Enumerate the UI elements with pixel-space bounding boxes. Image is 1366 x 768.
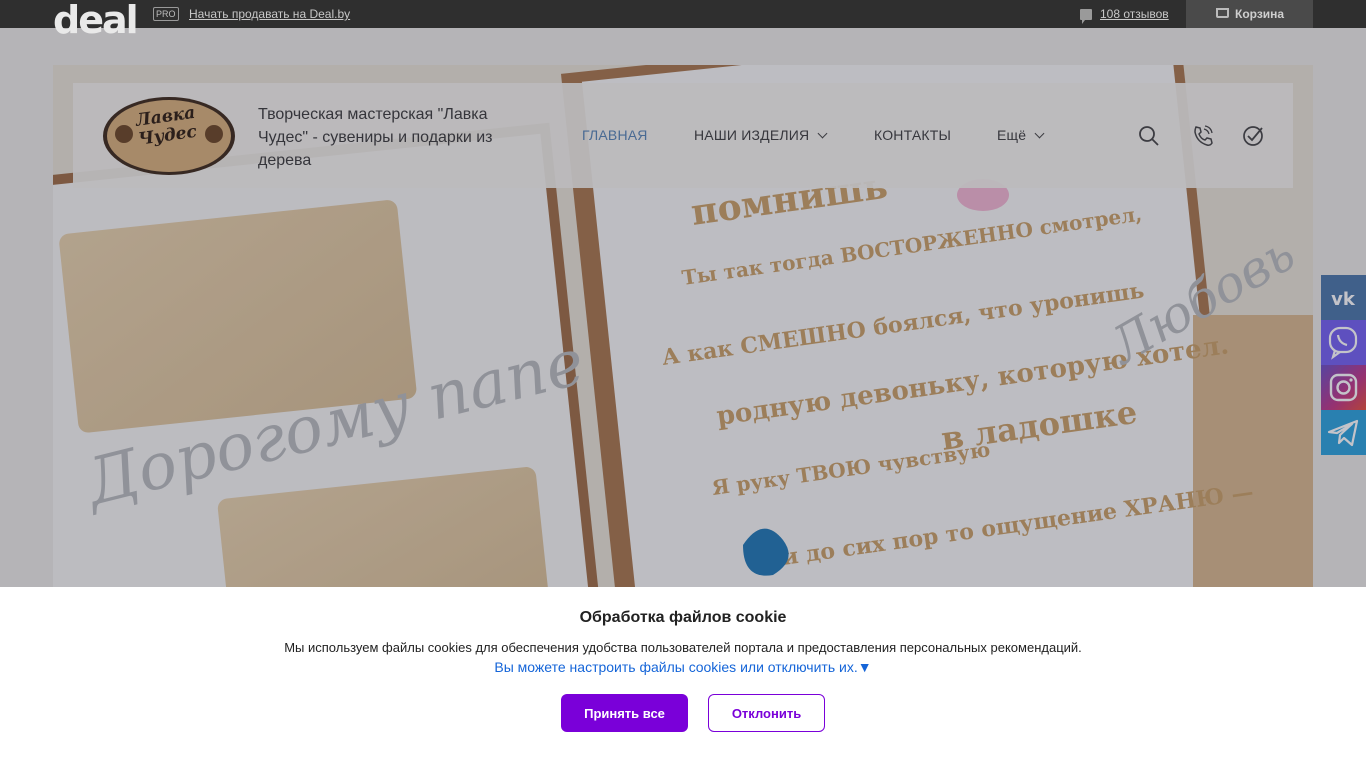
modal-backdrop [0,28,1366,587]
reviews-link[interactable]: 108 отзывов [1100,7,1169,21]
cart-icon [1216,8,1229,18]
reviews-block: 108 отзывов [1080,7,1169,24]
cart-label: Корзина [1235,7,1285,21]
pro-badge: PRO [153,7,179,21]
cookie-text: Мы используем файлы cookies для обеспече… [284,640,1082,655]
decline-button[interactable]: Отклонить [708,694,825,732]
accept-all-button[interactable]: Принять все [561,694,688,732]
cart-button[interactable]: Корзина [1186,0,1313,28]
cookie-title: Обработка файлов cookie [579,609,787,626]
cookie-settings-link[interactable]: Вы можете настроить файлы cookies или от… [0,659,1366,675]
start-selling-link[interactable]: Начать продавать на Deal.by [189,7,350,21]
deal-logo[interactable]: deal [53,0,139,42]
cookie-banner: Обработка файлов cookie Мы используем фа… [0,587,1366,768]
deal-topbar: deal PRO Начать продавать на Deal.by 108… [0,0,1366,42]
comment-icon [1080,9,1092,24]
